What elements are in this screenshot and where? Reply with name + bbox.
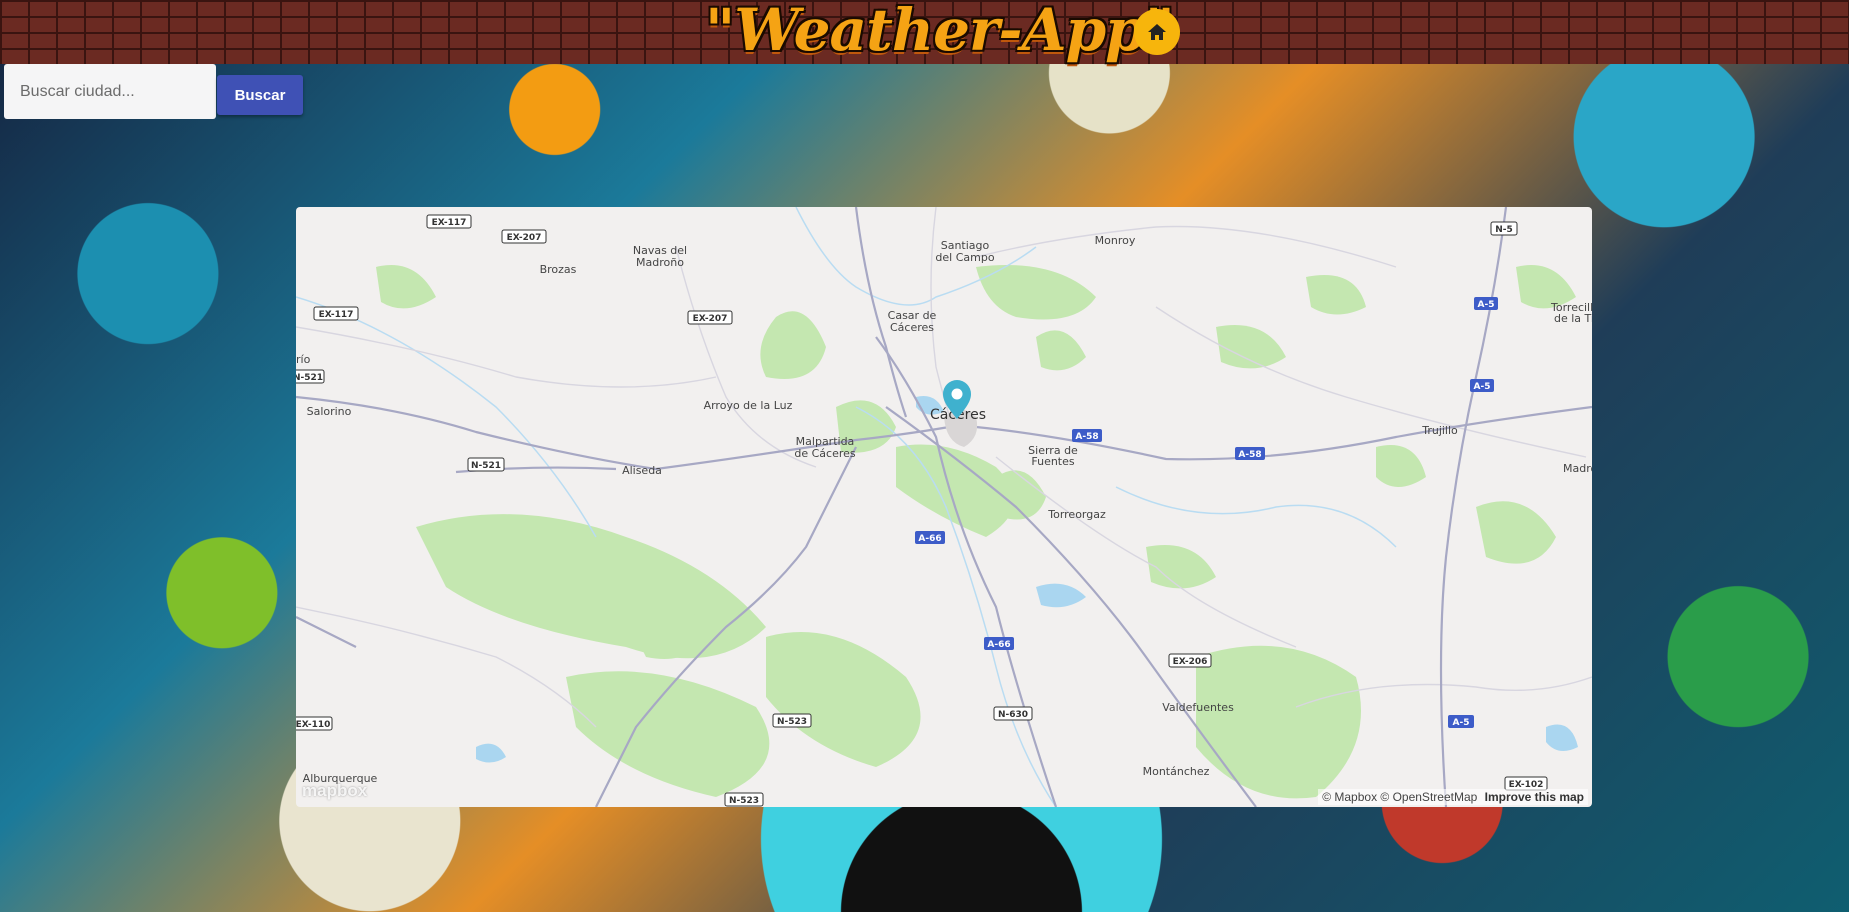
svg-text:EX-207: EX-207 <box>693 314 728 324</box>
road-shield: EX-117 <box>426 214 472 229</box>
place-label: de Cáceres <box>794 447 856 460</box>
svg-text:N-523: N-523 <box>729 796 759 806</box>
search-button[interactable]: Buscar <box>217 75 303 115</box>
svg-text:A-5: A-5 <box>1453 718 1470 728</box>
map-canvas[interactable]: Navas del Madroño Brozas Santiago del Ca… <box>296 207 1592 807</box>
vegetation-areas <box>376 265 1576 799</box>
road-shield: A-5 <box>1470 379 1494 392</box>
map-view[interactable]: Navas del Madroño Brozas Santiago del Ca… <box>296 207 1592 807</box>
road-shield: EX-117 <box>313 306 359 321</box>
place-label: Cáceres <box>890 321 934 334</box>
place-label: Salorino <box>307 405 352 418</box>
road-shield: N-521 <box>296 369 325 384</box>
mapbox-logo[interactable]: mapbox <box>302 781 367 801</box>
search-input[interactable] <box>4 64 216 119</box>
place-label: Torreorgaz <box>1047 508 1106 521</box>
home-button[interactable] <box>1134 9 1180 55</box>
svg-text:N-523: N-523 <box>777 717 807 727</box>
svg-text:A-66: A-66 <box>987 640 1010 650</box>
place-label: Montánchez <box>1143 765 1210 778</box>
svg-text:N-5: N-5 <box>1495 225 1513 235</box>
svg-text:A-66: A-66 <box>918 534 941 544</box>
svg-text:EX-117: EX-117 <box>319 310 354 320</box>
road-shield: N-521 <box>467 457 505 472</box>
road-shield: N-630 <box>993 706 1033 721</box>
road-shield: N-523 <box>724 792 764 807</box>
improve-map-link[interactable]: Improve this map <box>1485 790 1584 804</box>
road-shield: EX-207 <box>687 310 733 325</box>
road-shield: A-58 <box>1235 447 1265 460</box>
svg-text:EX-206: EX-206 <box>1173 657 1208 667</box>
place-label: del Campo <box>935 251 994 264</box>
svg-text:N-630: N-630 <box>998 710 1028 720</box>
home-icon <box>1148 24 1166 40</box>
road-shield: N-5 <box>1490 221 1518 236</box>
road-shield: EX-206 <box>1168 653 1212 668</box>
svg-text:N-521: N-521 <box>296 373 323 383</box>
svg-text:EX-117: EX-117 <box>432 218 467 228</box>
road-shield: A-66 <box>915 531 945 544</box>
app-title: "Weather-App" <box>705 0 1175 64</box>
svg-text:A-5: A-5 <box>1478 300 1495 310</box>
svg-text:A-58: A-58 <box>1075 432 1098 442</box>
attribution-text[interactable]: © Mapbox © OpenStreetMap <box>1322 790 1477 804</box>
road-shield: A-5 <box>1448 715 1474 728</box>
svg-text:EX-207: EX-207 <box>507 233 542 243</box>
place-label: Aliseda <box>622 464 662 477</box>
road-shield: A-58 <box>1072 429 1102 442</box>
place-label: Trujillo <box>1421 424 1458 437</box>
road-shield: N-523 <box>772 713 812 728</box>
map-attribution: © Mapbox © OpenStreetMap Improve this ma… <box>1318 789 1588 805</box>
header-bar: "Weather-App" <box>0 0 1849 64</box>
place-label: Madroñera <box>1563 462 1592 475</box>
svg-text:N-521: N-521 <box>471 461 501 471</box>
place-label: Arroyo de la Luz <box>704 399 793 412</box>
place-label: Fuentes <box>1031 455 1075 468</box>
place-label: Monroy <box>1095 234 1136 247</box>
road-shield: A-5 <box>1474 297 1498 310</box>
svg-text:A-5: A-5 <box>1474 382 1491 392</box>
road-shield: EX-110 <box>296 716 333 731</box>
road-shield: A-66 <box>984 637 1014 650</box>
place-label: de la Tie <box>1554 312 1592 325</box>
svg-text:A-58: A-58 <box>1238 450 1261 460</box>
place-label: Valdefuentes <box>1162 701 1234 714</box>
place-label: Madroño <box>636 256 684 269</box>
place-label: Brozas <box>540 263 577 276</box>
svg-text:EX-110: EX-110 <box>296 720 330 730</box>
place-label: río <box>296 353 311 366</box>
road-shield: EX-207 <box>501 229 547 244</box>
